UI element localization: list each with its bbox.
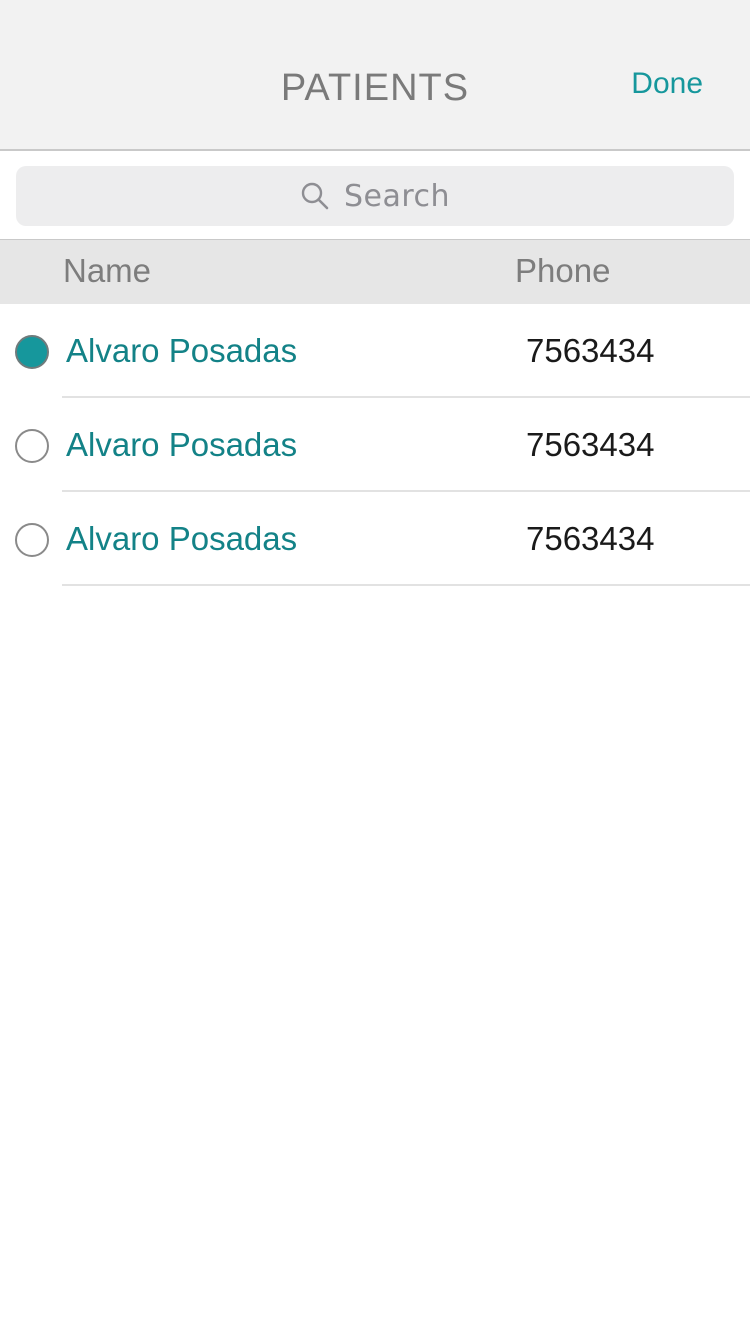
table-row[interactable]: Alvaro Posadas 7563434	[0, 304, 750, 398]
table-row[interactable]: Alvaro Posadas 7563434	[0, 398, 750, 492]
search-bar: Search	[0, 151, 750, 239]
patient-phone: 7563434	[526, 426, 655, 463]
patient-list: Alvaro Posadas 7563434 Alvaro Posadas 75…	[0, 304, 750, 586]
column-header-name: Name	[63, 252, 152, 289]
search-icon	[300, 181, 330, 211]
patient-phone: 7563434	[526, 520, 655, 557]
radio-button[interactable]	[15, 523, 49, 557]
radio-button[interactable]	[15, 335, 49, 369]
table-header: Name Phone	[0, 239, 750, 304]
column-header-phone: Phone	[515, 252, 611, 289]
patient-name: Alvaro Posadas	[66, 332, 298, 369]
patient-phone: 7563434	[526, 332, 655, 369]
search-placeholder: Search	[343, 178, 451, 214]
radio-button[interactable]	[15, 429, 49, 463]
navigation-bar: PATIENTS Done	[0, 0, 750, 151]
search-input[interactable]: Search	[16, 166, 734, 226]
table-row[interactable]: Alvaro Posadas 7563434	[0, 492, 750, 586]
patient-name: Alvaro Posadas	[66, 520, 298, 557]
patient-name: Alvaro Posadas	[66, 426, 298, 463]
done-button[interactable]: Done	[631, 64, 703, 104]
